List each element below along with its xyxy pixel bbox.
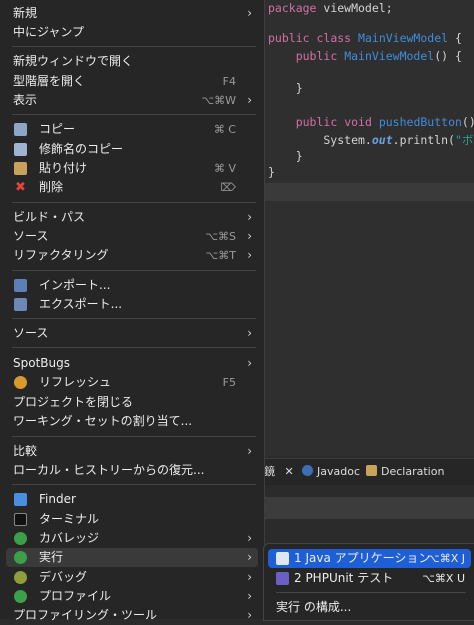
chevron-right-icon: › [247,93,252,107]
menu-item-build-path[interactable]: ビルド・パス › [6,208,258,227]
finder-icon [14,493,27,506]
tab-declaration[interactable]: Declaration [366,464,444,480]
menu-item-copy[interactable]: コピー ⌘ C [6,120,258,139]
chevron-right-icon: › [247,608,252,622]
close-icon[interactable]: ✕ [285,465,294,478]
phpunit-icon [276,572,289,585]
menu-item-open-new-window[interactable]: 新規ウィンドウで開く [6,52,258,71]
menu-item-compare[interactable]: 比較 › [6,442,258,461]
menu-separator [12,318,256,319]
menu-item-refactoring[interactable]: リファクタリング ⌥⌘T › [6,246,258,265]
menu-item-profile[interactable]: プロファイル › [6,587,258,606]
submenu-item-java-application[interactable]: 1 Java アプリケーション ⌥⌘X J [268,549,471,568]
debug-icon [14,571,27,584]
chevron-right-icon: › [247,210,252,224]
menu-item-new[interactable]: 新規 › [6,4,258,23]
menu-separator [12,46,256,47]
menu-item-source[interactable]: ソース ⌥⌘S › [6,227,258,246]
menu-item-assign-working-sets[interactable]: ワーキング・セットの割り当て... [6,412,258,431]
delete-icon: ✖ [15,180,26,195]
panel-row [264,497,474,519]
chevron-right-icon: › [247,326,252,340]
chevron-right-icon: › [247,444,252,458]
menu-item-spotbugs[interactable]: SpotBugs › [6,354,258,373]
profile-icon [14,590,27,603]
menu-item-source-2[interactable]: ソース › [6,324,258,343]
code-line: public MainViewModel() { [295,49,462,63]
chevron-right-icon: › [247,229,252,243]
menu-item-debug[interactable]: デバッグ › [6,568,258,587]
menu-item-copy-qualified-name[interactable]: 修飾名のコピー [6,140,258,159]
submenu-item-run-configurations[interactable]: 実行 の構成... [268,598,471,617]
code-line: public class MainViewModel { [268,31,462,45]
menu-item-open-type-hierarchy[interactable]: 型階層を開く F4 [6,72,258,91]
qualified-copy-icon [14,143,27,156]
menu-item-show-in[interactable]: 表示 ⌥⌘W › [6,91,258,110]
menu-item-run[interactable]: 実行 › [6,548,258,567]
menu-separator [12,270,256,271]
menu-separator [12,484,256,485]
menu-separator [12,202,256,203]
chevron-right-icon: › [247,248,252,262]
chevron-right-icon: › [247,550,252,564]
code-line: } [268,165,275,179]
menu-item-finder[interactable]: Finder [6,490,258,509]
declaration-icon [366,465,377,476]
tab-javadoc[interactable]: Javadoc [302,464,360,480]
menu-item-profiling-tools[interactable]: プロファイリング・ツール › [6,606,258,625]
menu-item-close-project[interactable]: プロジェクトを閉じる [6,393,258,412]
code-line: } [268,149,303,163]
export-icon [14,298,27,311]
code-line: package viewModel; [268,1,393,15]
javadoc-icon [302,465,313,476]
submenu-separator [276,592,466,593]
run-icon [14,551,27,564]
import-icon [14,279,27,292]
tab-problems[interactable]: 鏡 ✕ [264,464,294,480]
paste-icon [14,162,27,175]
submenu-item-phpunit-test[interactable]: 2 PHPUnit テスト ⌥⌘X U [268,569,471,588]
context-menu: 新規 › 中にジャンプ 新規ウィンドウで開く 型階層を開く F4 表示 ⌥⌘W … [0,0,265,622]
menu-item-import[interactable]: インポート... [6,276,258,295]
menu-item-terminal[interactable]: ターミナル [6,510,258,529]
code-line: public void pushedButton() { [295,115,474,129]
menu-item-restore-local-history[interactable]: ローカル・ヒストリーからの復元... [6,461,258,480]
chevron-right-icon: › [247,6,252,20]
chevron-right-icon: › [247,531,252,545]
chevron-right-icon: › [247,589,252,603]
chevron-right-icon: › [247,570,252,584]
current-line-highlight [264,183,474,201]
code-editor[interactable]: package viewModel; public class MainViewM… [264,0,474,456]
refresh-icon [14,376,27,389]
menu-item-paste[interactable]: 貼り付け ⌘ V [6,159,258,178]
menu-item-delete[interactable]: ✖ 削除 ⌦ [6,178,258,197]
menu-separator [12,436,256,437]
run-submenu: 1 Java アプリケーション ⌥⌘X J 2 PHPUnit テスト ⌥⌘X … [263,543,474,621]
terminal-icon [14,513,27,526]
code-line: } [268,81,303,95]
menu-separator [12,114,256,115]
chevron-right-icon: › [247,356,252,370]
coverage-icon [14,532,27,545]
menu-item-go-into[interactable]: 中にジャンプ [6,23,258,42]
menu-item-coverage[interactable]: カバレッジ › [6,529,258,548]
menu-item-export[interactable]: エクスポート... [6,295,258,314]
copy-icon [14,123,27,136]
panel-tab-bar: 鏡 ✕ Javadoc Declaration [264,458,474,486]
menu-item-refresh[interactable]: リフレッシュ F5 [6,373,258,392]
code-line: System.out.println("ボタン [268,133,474,147]
java-app-icon [276,552,289,565]
menu-separator [12,347,256,348]
